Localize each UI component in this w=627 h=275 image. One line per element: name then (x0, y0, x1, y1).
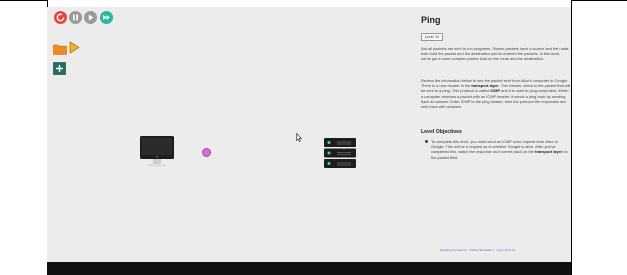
send-packet-button[interactable] (69, 39, 80, 54)
server-icon (324, 138, 356, 168)
frame-top-right (571, 0, 627, 1)
transport-paragraph: Review the information below to see the … (421, 78, 571, 109)
frame-top-left (0, 0, 47, 1)
mouse-cursor-icon (296, 132, 303, 145)
restart-button[interactable] (54, 11, 67, 24)
fast-forward-button[interactable] (100, 11, 113, 24)
network-canvas (47, 7, 417, 262)
restart-icon (56, 13, 65, 22)
play-icon (88, 14, 94, 21)
play-button[interactable] (84, 11, 97, 24)
objective-item: To complete this level, you must send an… (425, 139, 571, 160)
pause-button[interactable] (69, 11, 82, 24)
objective-transport-term: transport layer (535, 149, 563, 155)
level-select[interactable]: Level 10 (421, 33, 443, 41)
objectives-heading: Level Objectives (421, 129, 462, 135)
add-icon (53, 62, 66, 75)
level-title: Ping (421, 15, 441, 25)
pause-icon (73, 14, 78, 21)
fast-forward-icon (103, 15, 110, 20)
ping-packet[interactable] (202, 148, 211, 157)
frame-right (571, 0, 572, 275)
game-window: Ping Level 10 Not all packets are sent t… (47, 7, 571, 262)
folder-icon (53, 44, 67, 55)
instructions-panel: Ping Level 10 Not all packets are sent t… (417, 7, 571, 262)
add-header-button[interactable] (53, 60, 66, 75)
packet-folder-button[interactable] (53, 40, 67, 55)
computer-icon (140, 136, 174, 167)
bottom-bar (47, 262, 571, 275)
alice-computer[interactable] (139, 135, 175, 169)
footer-credit: Hacking the Internet · Packet Simulation… (440, 248, 516, 252)
google-server[interactable] (323, 137, 357, 169)
intro-paragraph: Not all packets are sent to run programs… (421, 46, 570, 62)
send-arrow-icon (69, 41, 80, 54)
